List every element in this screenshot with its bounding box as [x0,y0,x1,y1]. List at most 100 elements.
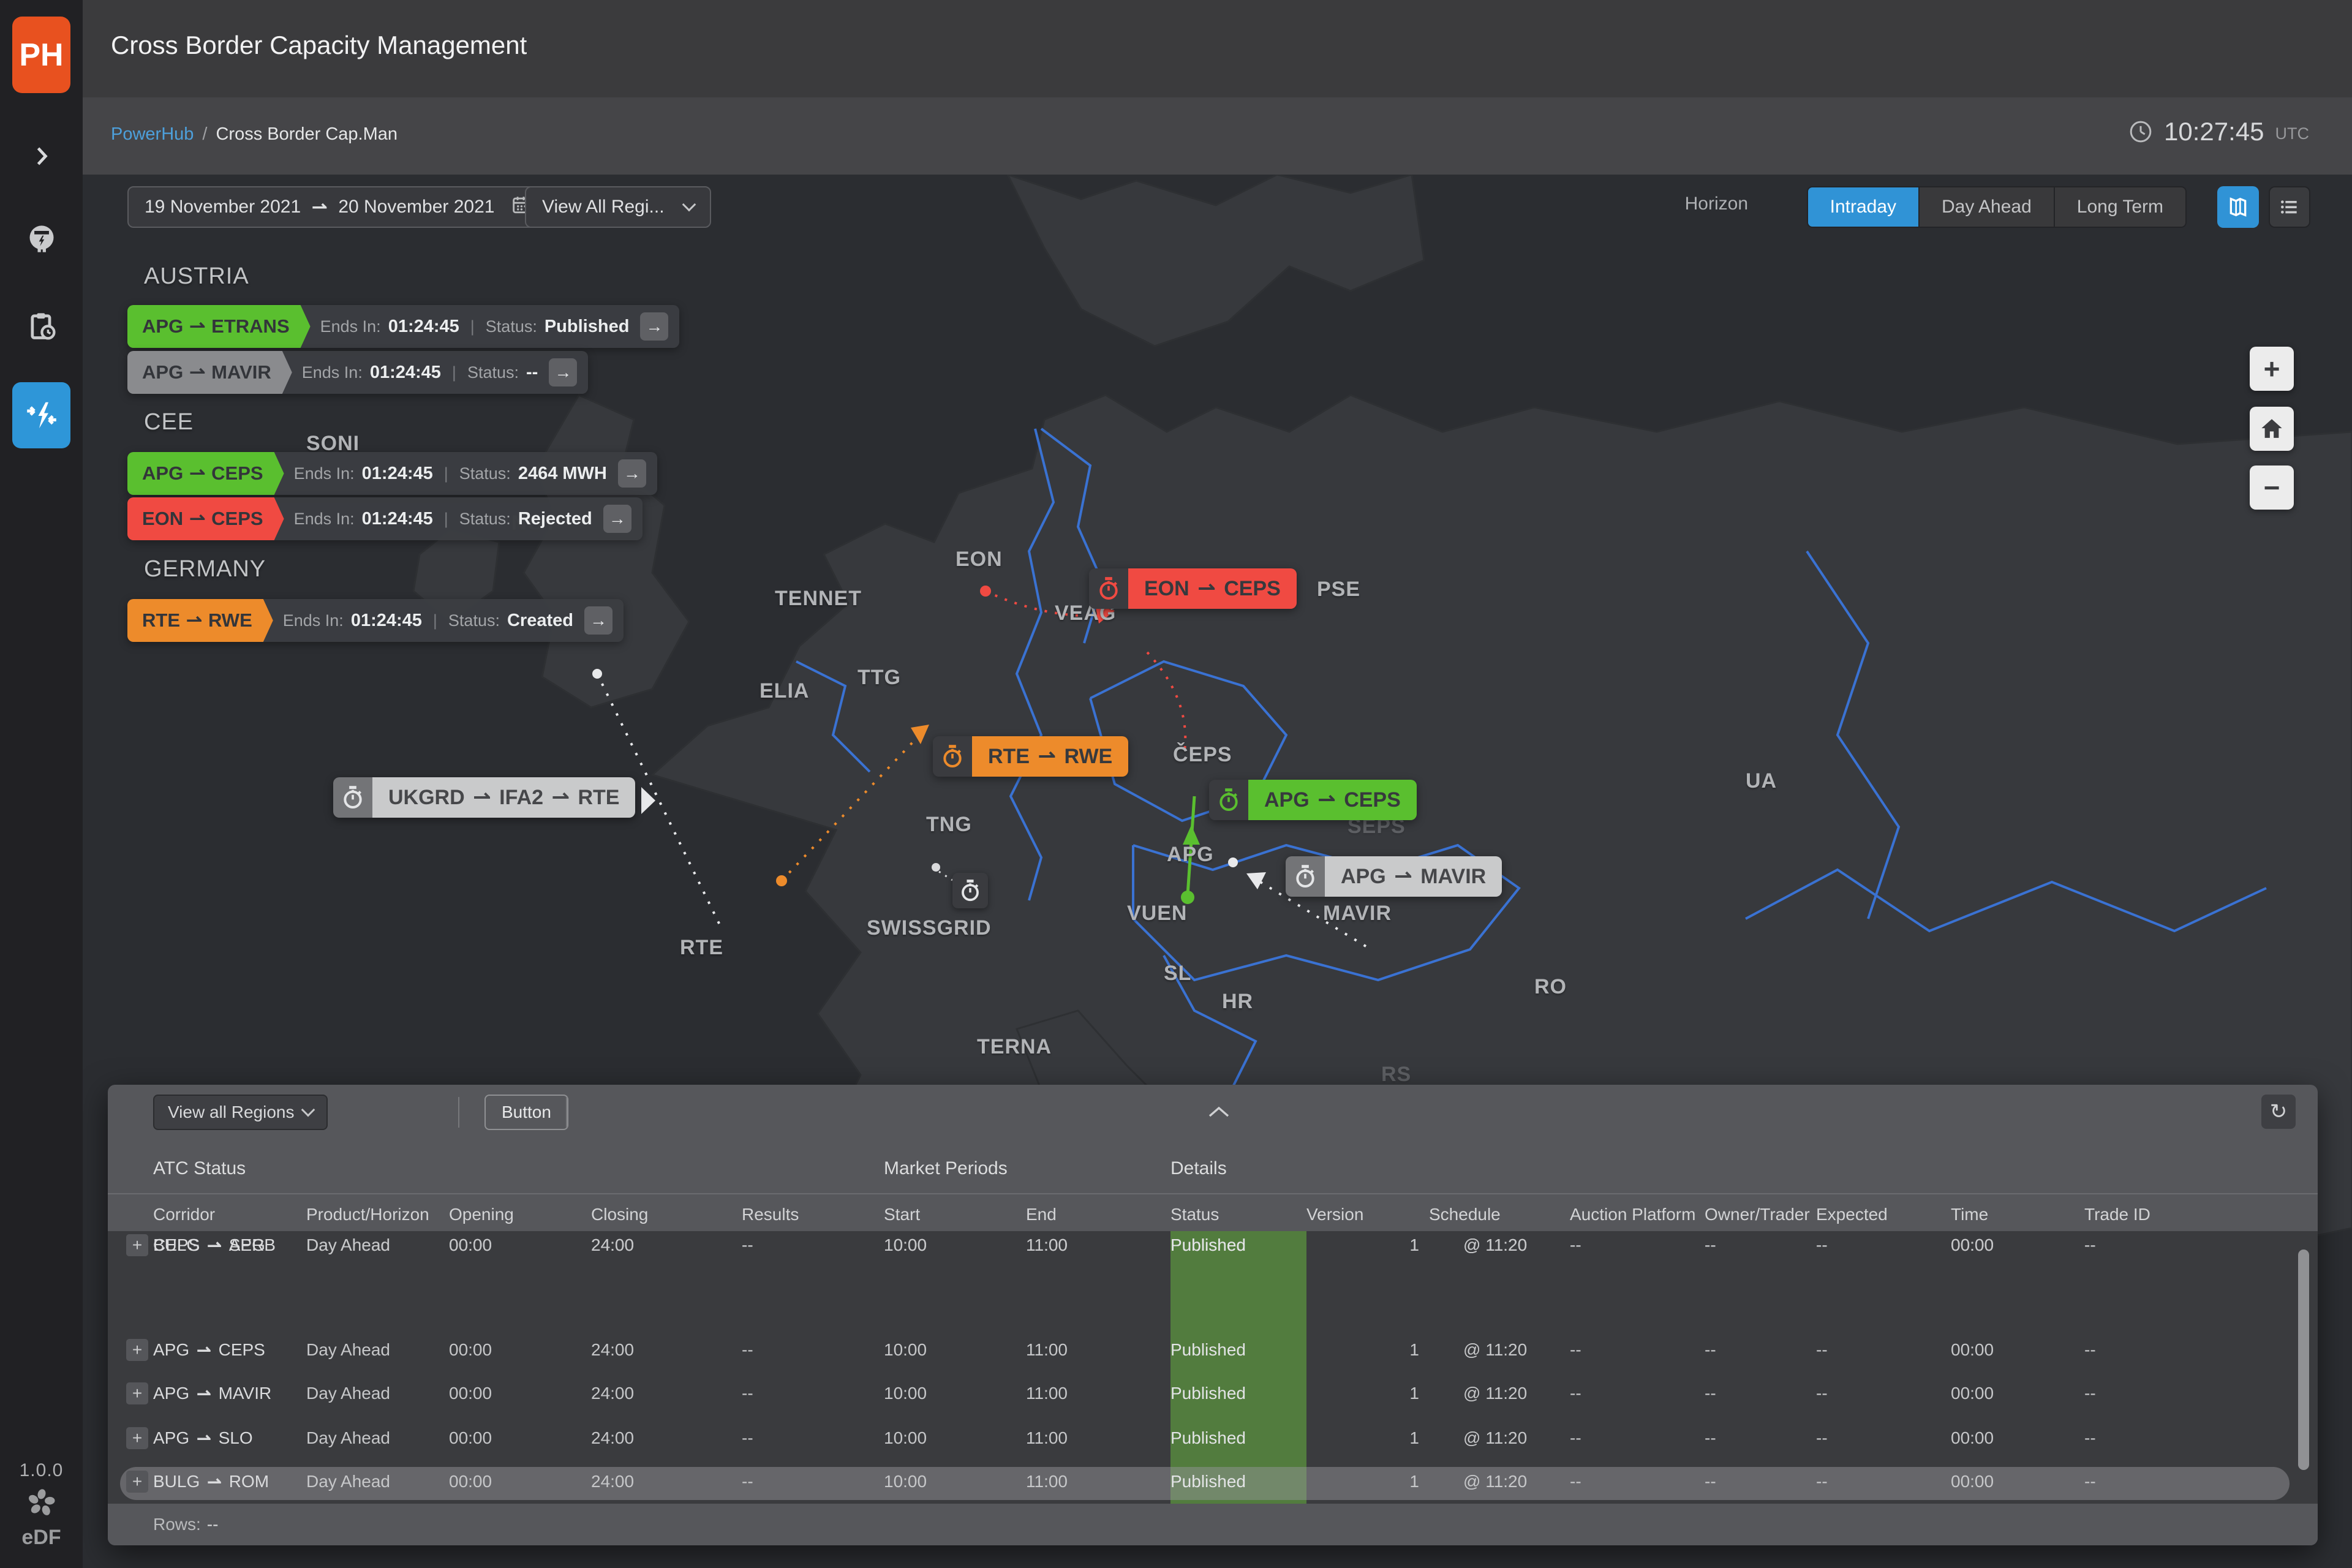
row-time: 00:00 [1951,1472,2084,1491]
chevron-down-icon [301,1103,315,1117]
row-expand-button[interactable]: + [126,1234,148,1256]
row-end: 11:00 [1026,1428,1170,1448]
row-version: 1 [1306,1340,1429,1360]
goto-arrow-button[interactable]: → [603,505,631,533]
map-badge-ukgrd-ifa2-rte[interactable]: UKGRD⇀IFA2⇀RTE [333,777,635,818]
row-opening: 00:00 [449,1384,591,1403]
col-time[interactable]: Time [1951,1205,2084,1224]
ends-in-label: Ends In: [294,464,355,483]
row-time: 00:00 [1951,1384,2084,1403]
corridor-badge-apg-etrans[interactable]: APG⇀ETRANS Ends In: 01:24:45 | Status: P… [127,305,679,348]
list-view-button[interactable] [2269,186,2310,228]
home-icon [2259,416,2285,442]
table-row[interactable]: + CEPS⇀APG Day Ahead 00:00 24:00 -- 10:0… [108,1231,2318,1259]
row-product: Day Ahead [306,1472,449,1491]
corridor-badge-eon-ceps[interactable]: EON⇀CEPS Ends In: 01:24:45 | Status: Rej… [127,497,643,540]
app-logo[interactable]: PH [12,17,70,93]
ends-in-value: 01:24:45 [351,611,422,631]
row-expand-button[interactable]: + [126,1427,148,1449]
col-schedule[interactable]: Schedule [1429,1205,1570,1224]
sidebar-item-metering[interactable] [0,205,83,273]
map-badge-apg-ceps[interactable]: APG⇀CEPS [1209,780,1417,820]
map-zoom-out-button[interactable]: − [2250,466,2294,510]
col-opening[interactable]: Opening [449,1205,591,1224]
list-view-icon [2277,195,2302,219]
sidebar-item-schedules[interactable] [0,292,83,360]
corridor-from: APG [1341,865,1386,889]
table-row[interactable]: + APG⇀CEPS Day Ahead 00:00 24:00 -- 10:0… [108,1336,2318,1364]
divider: | [452,363,456,382]
table-group-headers: ATC Status Market Periods Details [108,1158,2318,1189]
table-region-select[interactable]: View all Regions [153,1095,328,1130]
col-corridor[interactable]: Corridor [153,1205,306,1224]
ends-in-label: Ends In: [283,611,344,630]
row-status: Published [1170,1428,1306,1448]
row-version: 1 [1306,1235,1429,1255]
corridor-badge-rte-rwe[interactable]: RTE⇀RWE Ends In: 01:24:45 | Status: Crea… [127,599,624,642]
map-badge-rte-rwe[interactable]: RTE⇀RWE [933,736,1128,777]
date-range-picker[interactable]: 19 November 2021 ⇀ 20 November 2021 [127,186,548,228]
section-label-germany: GERMANY [144,556,266,582]
row-expand-button[interactable]: + [126,1471,148,1493]
map-badge-apg-mavir[interactable]: APG⇀MAVIR [1286,856,1502,897]
map-region-label: ELIA [760,679,809,703]
horizon-option[interactable]: Long Term [2055,187,2185,227]
divider: | [433,611,437,630]
map-zoom-in-button[interactable]: + [2250,347,2294,391]
horizon-option[interactable]: Intraday [1808,187,1920,227]
col-auction-platform[interactable]: Auction Platform [1570,1205,1705,1224]
map-home-button[interactable] [2250,407,2294,451]
stopwatch-icon [1089,568,1128,609]
col-end[interactable]: End [1026,1205,1170,1224]
breadcrumb-root-link[interactable]: PowerHub [111,124,194,144]
panel-collapse-button[interactable] [1208,1106,1230,1121]
table-row[interactable]: + APG⇀SLO Day Ahead 00:00 24:00 -- 10:00… [108,1424,2318,1452]
map-region-label: RS [1381,1063,1411,1087]
harpoon-arrow-icon: ⇀ [189,361,205,383]
map-view-button[interactable] [2217,186,2259,228]
swissgrid-timer-badge[interactable] [952,873,988,908]
col-owner-trader[interactable]: Owner/Trader [1705,1205,1816,1224]
map-badge-eon-ceps[interactable]: EON⇀CEPS [1089,568,1297,609]
toolbar-button[interactable]: Button [484,1095,568,1130]
goto-arrow-button[interactable]: → [618,459,646,488]
row-expected: -- [1816,1340,1951,1360]
goto-arrow-button[interactable]: → [640,312,668,341]
corridor-from: EON [1144,577,1189,601]
col-version[interactable]: Version [1306,1205,1429,1224]
row-expand-button[interactable]: + [126,1382,148,1404]
row-results: -- [742,1235,884,1255]
col-trade-id[interactable]: Trade ID [2084,1205,2318,1224]
corridor-from: RTE [142,609,180,631]
stopwatch-icon [333,777,372,818]
row-start: 10:00 [884,1472,1026,1491]
horizon-option[interactable]: Day Ahead [1920,187,2055,227]
row-opening: 00:00 [449,1428,591,1448]
table-row[interactable]: + APG⇀MAVIR Day Ahead 00:00 24:00 -- 10:… [108,1379,2318,1408]
row-expand-button[interactable]: + [126,1339,148,1361]
row-end: 11:00 [1026,1384,1170,1403]
refresh-button[interactable]: ↻ [2261,1095,2296,1129]
col-expected[interactable]: Expected [1816,1205,1951,1224]
col-status[interactable]: Status [1170,1205,1306,1224]
corridor-from: APG [1264,788,1310,812]
col-start[interactable]: Start [884,1205,1026,1224]
goto-arrow-button[interactable]: → [584,606,612,635]
sidebar-item-cross-border[interactable] [12,382,70,448]
breadcrumb: PowerHub/Cross Border Cap.Man [111,124,398,145]
col-closing[interactable]: Closing [591,1205,742,1224]
col-product-horizon[interactable]: Product/Horizon [306,1205,449,1224]
corridor-from: RTE [988,745,1030,769]
sidebar-expand-button[interactable] [0,123,83,190]
corridor-badge-apg-ceps[interactable]: APG⇀CEPS Ends In: 01:24:45 | Status: 246… [127,452,657,495]
status-value: Rejected [518,509,592,529]
table-footer: Rows: -- [108,1504,2318,1545]
col-results[interactable]: Results [742,1205,884,1224]
stopwatch-icon [1209,780,1248,820]
region-filter-select[interactable]: View All Regi... [525,186,711,228]
corridor-to: CEPS [211,508,263,530]
goto-arrow-button[interactable]: → [549,358,577,386]
harpoon-arrow-icon: ⇀ [552,785,570,810]
corridor-badge-apg-mavir[interactable]: APG⇀MAVIR Ends In: 01:24:45 | Status: --… [127,351,588,394]
table-row[interactable]: + BULG⇀ROM Day Ahead 00:00 24:00 -- 10:0… [108,1468,2318,1496]
